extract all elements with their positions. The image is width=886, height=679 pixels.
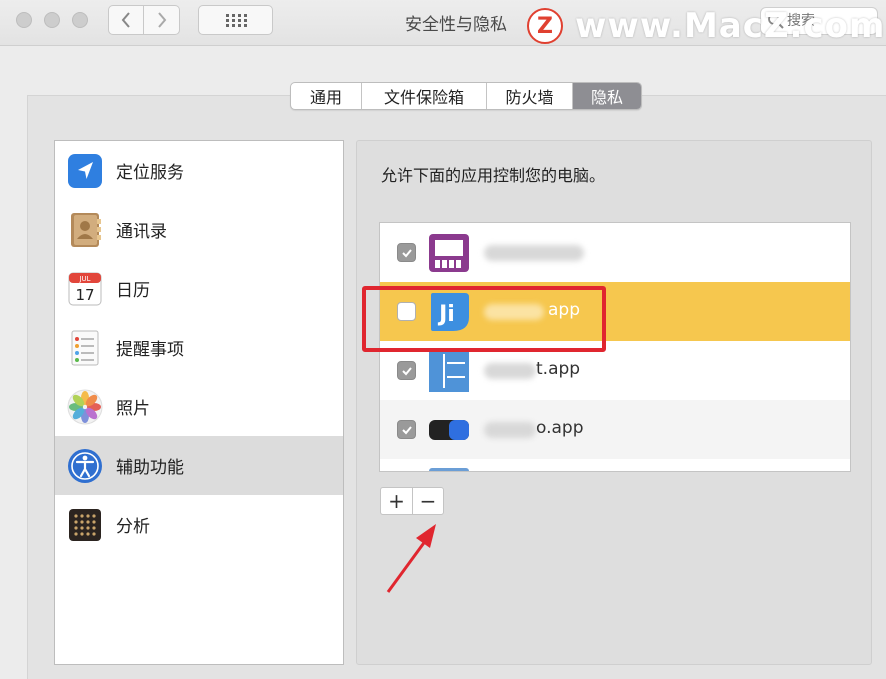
minimize-window-button[interactable] [44, 12, 60, 28]
calendar-icon: JUL 17 [68, 272, 102, 305]
sidebar-item-contacts[interactable]: 通讯录 [55, 200, 343, 259]
app-row[interactable]: o.app [380, 400, 850, 459]
watermark: Z www.MacZ.com [527, 6, 885, 46]
tab-firewall[interactable]: 防火墙 [487, 83, 573, 109]
tab-bar: 通用 文件保险箱 防火墙 隐私 [290, 82, 642, 110]
sidebar-item-label: 提醒事项 [116, 340, 184, 360]
app-row-partial[interactable] [380, 459, 850, 471]
add-app-button[interactable]: + [381, 488, 412, 514]
app-name: o.app [536, 418, 584, 438]
watermark-text: www.MacZ.com [575, 6, 886, 46]
tab-general[interactable]: 通用 [291, 83, 362, 109]
keynote-purple-icon [429, 234, 469, 272]
svg-text:JUL: JUL [78, 275, 90, 283]
forward-button[interactable] [144, 5, 180, 35]
sidebar-item-analytics[interactable]: 分析 [55, 495, 343, 554]
show-all-button[interactable] [198, 5, 273, 35]
blurred-app-name [484, 422, 536, 438]
watermark-logo: Z [527, 8, 563, 44]
sidebar-item-label: 照片 [116, 399, 150, 419]
privacy-category-list: 定位服务 通讯录 JUL 17 日历 提醒事项 照片 辅助功能 分析 [54, 140, 344, 665]
app-checkbox[interactable] [397, 420, 416, 439]
analytics-dots-icon [69, 508, 101, 541]
zoom-window-button[interactable] [72, 12, 88, 28]
sidebar-item-calendar[interactable]: JUL 17 日历 [55, 259, 343, 318]
back-button[interactable] [108, 5, 144, 35]
location-arrow-icon [68, 153, 102, 188]
photos-flower-icon [67, 389, 103, 424]
remove-app-button[interactable]: − [412, 488, 443, 514]
partial-app-icon [429, 468, 469, 471]
sidebar-item-label: 日历 [116, 281, 150, 301]
add-remove-buttons: + − [380, 487, 444, 515]
sidebar-item-label: 分析 [116, 517, 150, 537]
svg-text:17: 17 [75, 286, 94, 304]
blurred-app-name [484, 363, 536, 379]
checkmark-icon [401, 248, 412, 257]
chevron-right-icon [157, 12, 166, 28]
app-checkbox[interactable] [397, 361, 416, 380]
split-window-icon [429, 350, 469, 392]
sidebar-item-accessibility[interactable]: 辅助功能 [55, 436, 343, 495]
app-row[interactable] [380, 223, 850, 282]
tab-filevault[interactable]: 文件保险箱 [362, 83, 487, 109]
contacts-book-icon [71, 212, 101, 247]
sidebar-item-label: 通讯录 [116, 222, 167, 242]
reminders-list-icon [71, 330, 99, 365]
annotation-arrow-icon [386, 524, 436, 593]
highlight-annotation-box [362, 286, 606, 352]
chevron-left-icon [121, 12, 130, 28]
show-all-grid-icon [225, 14, 247, 27]
sidebar-item-label: 辅助功能 [116, 458, 184, 478]
checkmark-icon [401, 425, 412, 434]
window-title: 安全性与隐私 [405, 15, 507, 35]
sidebar-item-location[interactable]: 定位服务 [55, 141, 343, 200]
accessibility-person-icon [68, 448, 102, 483]
description-text: 允许下面的应用控制您的电脑。 [381, 166, 606, 185]
sidebar-item-label: 定位服务 [116, 163, 184, 183]
sidebar-item-photos[interactable]: 照片 [55, 377, 343, 436]
blurred-app-name [484, 245, 584, 261]
toggle-app-icon [429, 420, 469, 440]
checkmark-icon [401, 366, 412, 375]
app-name: t.app [536, 359, 581, 379]
tab-privacy[interactable]: 隐私 [573, 83, 641, 109]
sidebar-item-reminders[interactable]: 提醒事项 [55, 318, 343, 377]
close-window-button[interactable] [16, 12, 32, 28]
app-checkbox[interactable] [397, 243, 416, 262]
